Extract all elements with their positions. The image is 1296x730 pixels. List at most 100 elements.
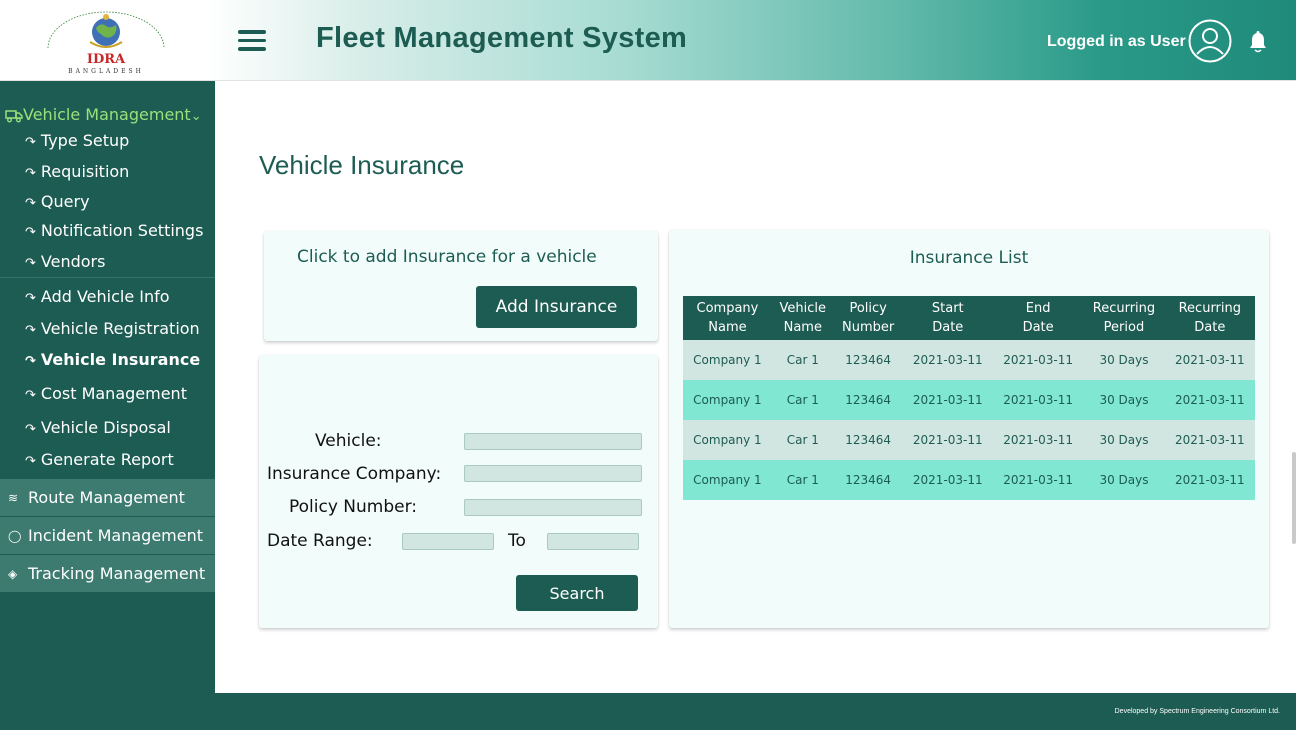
footer: Developed by Spectrum Engineering Consor…	[215, 693, 1296, 730]
search-button[interactable]: Search	[516, 575, 638, 611]
sidebar-item-vehicle-disposal[interactable]: ↷ Vehicle Disposal	[25, 418, 171, 437]
table-header-row: Company Name Vehicle Name Policy Number Sta…	[683, 296, 1255, 340]
sidebar-item-query[interactable]: ↷ Query	[25, 192, 90, 211]
sidebar-item-label: Vehicle Disposal	[40, 418, 171, 437]
table-cell: 2021-03-11	[902, 460, 993, 500]
sidebar-group-route-management[interactable]: ≋ Route Management	[0, 479, 215, 516]
date-from-input[interactable]	[402, 533, 494, 550]
table-cell: Car 1	[771, 420, 834, 460]
vehicle-label: Vehicle:	[315, 431, 382, 451]
column-header-policy-number[interactable]: Policy Number	[833, 296, 903, 340]
sidebar-group-label: Tracking Management	[28, 564, 206, 583]
sidebar-item-vehicle-registration[interactable]: ↷ Vehicle Registration	[25, 319, 200, 338]
sidebar-item-label: Vendors	[40, 252, 106, 271]
app-title: Fleet Management System	[316, 22, 688, 54]
sidebar-item-label: Cost Management	[40, 384, 187, 403]
date-to-input[interactable]	[547, 533, 639, 550]
page-title: Vehicle Insurance	[259, 150, 465, 180]
column-header-company-name[interactable]: Company Name	[683, 296, 772, 340]
redo-arrow-icon: ↷	[25, 225, 36, 240]
table-cell: 2021-03-11	[992, 420, 1084, 460]
sidebar-section-vehicle-management[interactable]: Vehicle Management⌄	[5, 105, 202, 124]
table-cell: Company 1	[683, 460, 772, 500]
user-avatar-icon[interactable]	[1188, 19, 1232, 63]
table-cell: 2021-03-11	[1164, 380, 1255, 420]
target-icon: ◈	[8, 566, 18, 581]
insurance-company-input[interactable]	[464, 465, 642, 482]
table-row[interactable]: Company 1 Car 1 123464 2021-03-11 2021-0…	[683, 460, 1255, 500]
table-row[interactable]: Company 1 Car 1 123464 2021-03-11 2021-0…	[683, 420, 1255, 460]
redo-arrow-icon: ↷	[25, 388, 36, 403]
table-cell: Company 1	[683, 420, 772, 460]
sidebar-group-incident-management[interactable]: ◯ Incident Management	[0, 517, 215, 554]
sidebar-group-label: Route Management	[28, 488, 185, 507]
column-header-recurring-date[interactable]: Recurring Date	[1164, 296, 1255, 340]
sidebar-item-label: Requisition	[40, 162, 130, 181]
menu-icon[interactable]	[238, 30, 266, 52]
column-header-recurring-period[interactable]: Recurring Period	[1083, 296, 1165, 340]
table-row[interactable]: Company 1 Car 1 123464 2021-03-11 2021-0…	[683, 340, 1255, 380]
redo-arrow-icon: ↷	[25, 135, 36, 150]
policy-number-input[interactable]	[464, 499, 642, 516]
date-range-label: Date Range:	[267, 531, 373, 551]
column-header-vehicle-name[interactable]: Vehicle Name	[771, 296, 834, 340]
column-header-start-date[interactable]: Start Date	[902, 296, 993, 340]
table-cell: Car 1	[771, 380, 834, 420]
sidebar-item-label: Notification Settings	[40, 221, 204, 240]
sidebar-item-label: Vehicle Registration	[40, 319, 200, 338]
logged-in-text: Logged in as User	[1047, 33, 1186, 50]
sidebar-item-add-vehicle-info[interactable]: ↷ Add Vehicle Info	[25, 287, 170, 306]
table-cell: 2021-03-11	[992, 380, 1084, 420]
table-cell: 2021-03-11	[902, 340, 993, 380]
to-label: To	[508, 531, 526, 551]
table-cell: 2021-03-11	[902, 420, 993, 460]
insurance-list-title: Insurance List	[909, 248, 1029, 268]
table-cell: Car 1	[771, 340, 834, 380]
table-cell: 123464	[833, 460, 903, 500]
sidebar-item-label: Type Setup	[40, 131, 130, 150]
table-cell: Car 1	[771, 460, 834, 500]
route-icon: ≋	[8, 490, 19, 505]
table-cell: 2021-03-11	[1164, 340, 1255, 380]
table-cell: 2021-03-11	[902, 380, 993, 420]
sidebar-item-generate-report[interactable]: ↷ Generate Report	[25, 450, 174, 469]
redo-arrow-icon: ↷	[25, 256, 36, 271]
sidebar-item-vendors[interactable]: ↷ Vendors	[25, 252, 105, 271]
chevron-down-icon: ⌄	[190, 109, 202, 124]
insurance-company-label: Insurance Company:	[267, 464, 442, 484]
shield-icon: ◯	[8, 528, 22, 543]
policy-number-label: Policy Number:	[289, 497, 418, 517]
sidebar-item-vehicle-insurance[interactable]: ↷ Vehicle Insurance	[25, 350, 200, 369]
sidebar-item-label: Vehicle Insurance	[40, 350, 201, 369]
page-scrollbar[interactable]	[1292, 452, 1296, 544]
sidebar-item-label: Query	[40, 192, 90, 211]
logo-subtext: BANGLADESH	[68, 68, 144, 75]
redo-arrow-icon: ↷	[25, 323, 36, 338]
bell-icon[interactable]	[1247, 30, 1269, 54]
redo-arrow-icon: ↷	[25, 196, 36, 211]
table-cell: 30 Days	[1083, 380, 1165, 420]
table-cell: 2021-03-11	[1164, 420, 1255, 460]
search-card: Vehicle: Insurance Company: Policy Numbe…	[259, 355, 658, 628]
table-cell: 2021-03-11	[1164, 460, 1255, 500]
table-cell: 30 Days	[1083, 420, 1165, 460]
table-cell: 123464	[833, 340, 903, 380]
table-cell: 30 Days	[1083, 460, 1165, 500]
vehicle-input[interactable]	[464, 433, 642, 450]
truck-icon	[5, 109, 23, 122]
table-cell: Company 1	[683, 340, 772, 380]
table-row[interactable]: Company 1 Car 1 123464 2021-03-11 2021-0…	[683, 380, 1255, 420]
table-cell: 123464	[833, 380, 903, 420]
sidebar-section-label: Vehicle Management	[23, 105, 191, 124]
column-header-end-date[interactable]: End Date	[992, 296, 1084, 340]
add-insurance-button[interactable]: Add Insurance	[476, 286, 637, 328]
sidebar-item-requisition[interactable]: ↷ Requisition	[25, 162, 129, 181]
logo-text: IDRA	[86, 52, 126, 67]
sidebar-item-label: Add Vehicle Info	[40, 287, 170, 306]
sidebar-item-notification-settings[interactable]: ↷ Notification Settings	[25, 221, 203, 240]
sidebar-group-tracking-management[interactable]: ◈ Tracking Management	[0, 555, 215, 592]
sidebar-item-type-setup[interactable]: ↷ Type Setup	[25, 131, 129, 150]
add-insurance-prompt: Click to add Insurance for a vehicle	[297, 247, 597, 267]
sidebar-item-cost-management[interactable]: ↷ Cost Management	[25, 384, 187, 403]
table-cell: 2021-03-11	[992, 340, 1084, 380]
